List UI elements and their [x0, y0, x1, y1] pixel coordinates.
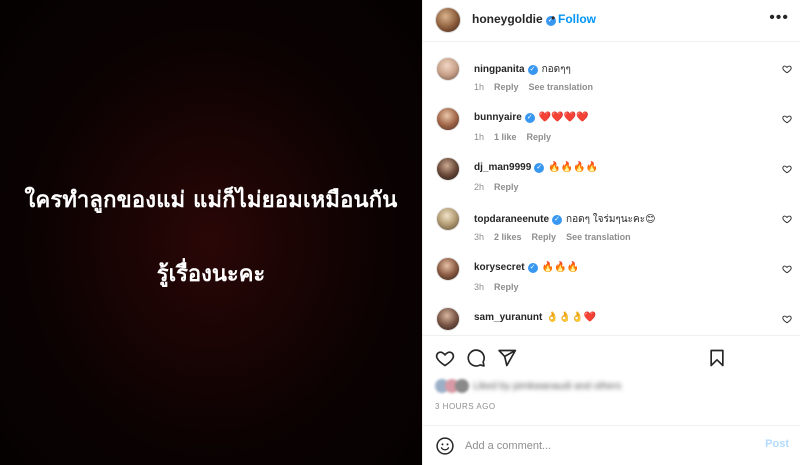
send-icon[interactable]: [497, 348, 517, 368]
comment-text: 🔥🔥🔥: [541, 262, 579, 273]
comment-meta: 3h 2 likes Reply See translation: [474, 232, 641, 242]
reply-button[interactable]: Reply: [494, 182, 519, 192]
liked-by-text[interactable]: Liked by pimkwanaudi and others: [473, 381, 621, 392]
comment-text: กอดๆ ใจร่มๆนะคะ😊: [566, 214, 656, 225]
commenter-avatar[interactable]: [436, 107, 460, 131]
image-caption-line-1: ใครทำลูกของแม่ แม่ก็ไม่ยอมเหมือนกัน: [24, 188, 398, 213]
comment-icon[interactable]: [466, 348, 486, 368]
commenter-avatar[interactable]: [436, 207, 460, 231]
see-translation-button[interactable]: See translation: [529, 82, 594, 92]
comment-time[interactable]: 1h: [474, 82, 484, 92]
liked-by-row[interactable]: Liked by pimkwanaudi and others: [435, 376, 715, 398]
comment-composer: Post: [423, 425, 800, 465]
emoji-icon[interactable]: [435, 436, 455, 456]
verified-badge-icon: ✓: [527, 65, 538, 75]
post-comment-button[interactable]: Post: [765, 438, 789, 450]
post-image[interactable]: ใครทำลูกของแม่ แม่ก็ไม่ยอมเหมือนกัน รู้เ…: [0, 0, 422, 465]
comment-line: ningpanita ✓ กอดๆๆ: [474, 62, 571, 77]
comment-like-heart-icon[interactable]: [782, 114, 792, 124]
commenter-username[interactable]: dj_man9999: [474, 162, 531, 173]
comment-text: ❤️❤️❤️❤️: [538, 112, 589, 123]
reply-button[interactable]: Reply: [527, 132, 552, 142]
comment-meta: 1h Reply See translation: [474, 82, 603, 92]
comment-line: dj_man9999 ✓ 🔥🔥🔥🔥: [474, 162, 598, 173]
verified-badge-icon: ✓: [534, 163, 545, 173]
post-header: honeygoldie ✓ • Follow •••: [423, 0, 800, 42]
author-avatar[interactable]: [435, 7, 461, 33]
follow-button[interactable]: Follow: [558, 12, 596, 26]
post-timestamp[interactable]: 3 HOURS AGO: [435, 402, 496, 411]
heart-icon[interactable]: [435, 348, 455, 368]
commenter-username[interactable]: korysecret: [474, 262, 525, 273]
comment-text: 👌👌👌❤️: [546, 312, 597, 323]
comment-time[interactable]: 1h: [474, 132, 484, 142]
comment-line: bunnyaire ✓ ❤️❤️❤️❤️: [474, 112, 589, 123]
author-username[interactable]: honeygoldie: [472, 12, 543, 26]
comment-meta: 2h Reply: [474, 182, 529, 192]
image-caption-line-2: รู้เรื่องนะคะ: [156, 262, 266, 287]
commenter-avatar[interactable]: [436, 257, 460, 281]
comment-meta: 1h 1 like Reply: [474, 132, 561, 142]
author-username-wrap[interactable]: honeygoldie ✓: [472, 12, 556, 26]
likes-count[interactable]: 1 like: [494, 132, 517, 142]
comment-time[interactable]: 3h: [474, 232, 484, 242]
verified-badge-icon: ✓: [527, 263, 538, 273]
see-translation-button[interactable]: See translation: [566, 232, 631, 242]
bookmark-icon[interactable]: [707, 348, 727, 368]
comment-time[interactable]: 2h: [474, 182, 484, 192]
reply-button[interactable]: Reply: [494, 282, 519, 292]
commenter-username[interactable]: ningpanita: [474, 64, 525, 75]
post-side-panel: honeygoldie ✓ • Follow ••• ningpanita ✓ กอด…: [422, 0, 800, 465]
comments-list[interactable]: ningpanita ✓ กอดๆๆ 1h Reply See translation …: [423, 43, 800, 335]
add-comment-input[interactable]: [465, 437, 745, 455]
comment-line: korysecret ✓ 🔥🔥🔥: [474, 262, 579, 273]
reply-button[interactable]: Reply: [532, 232, 557, 242]
comment-item: dj_man9999 ✓ 🔥🔥🔥🔥 2h Reply: [423, 143, 800, 193]
verified-badge-icon: ✓: [524, 113, 535, 123]
comment-like-heart-icon[interactable]: [782, 164, 792, 174]
comment-like-heart-icon[interactable]: [782, 314, 792, 324]
commenter-username[interactable]: sam_yuranunt: [474, 312, 542, 323]
comment-time[interactable]: 3h: [474, 282, 484, 292]
comment-item: korysecret ✓ 🔥🔥🔥 3h Reply: [423, 243, 800, 293]
comment-item: topdaraneenute ✓ กอดๆ ใจร่มๆนะคะ😊 3h 2 like…: [423, 193, 800, 243]
comment-line: topdaraneenute ✓ กอดๆ ใจร่มๆนะคะ😊: [474, 212, 656, 227]
commenter-avatar[interactable]: [436, 157, 460, 181]
comment-item: sam_yuranunt 👌👌👌❤️: [423, 293, 800, 335]
comment-like-heart-icon[interactable]: [782, 264, 792, 274]
reply-button[interactable]: Reply: [494, 82, 519, 92]
likes-count[interactable]: 2 likes: [494, 232, 522, 242]
comment-item: ningpanita ✓ กอดๆๆ 1h Reply See translation: [423, 43, 800, 93]
commenter-avatar[interactable]: [436, 57, 460, 81]
separator-dot: •: [551, 11, 556, 25]
verified-badge-icon: ✓: [552, 215, 563, 225]
commenter-username[interactable]: topdaraneenute: [474, 214, 549, 225]
comment-text: กอดๆๆ: [541, 64, 571, 75]
comment-text: 🔥🔥🔥🔥: [548, 162, 599, 173]
more-options-icon[interactable]: •••: [769, 8, 789, 28]
comment-like-heart-icon[interactable]: [782, 214, 792, 224]
liker-avatar: [455, 379, 469, 393]
comment-item: bunnyaire ✓ ❤️❤️❤️❤️ 1h 1 like Reply: [423, 93, 800, 143]
comment-line: sam_yuranunt 👌👌👌❤️: [474, 312, 596, 323]
comment-like-heart-icon[interactable]: [782, 64, 792, 74]
comment-meta: 3h Reply: [474, 282, 529, 292]
commenter-username[interactable]: bunnyaire: [474, 112, 522, 123]
commenter-avatar[interactable]: [436, 307, 460, 331]
